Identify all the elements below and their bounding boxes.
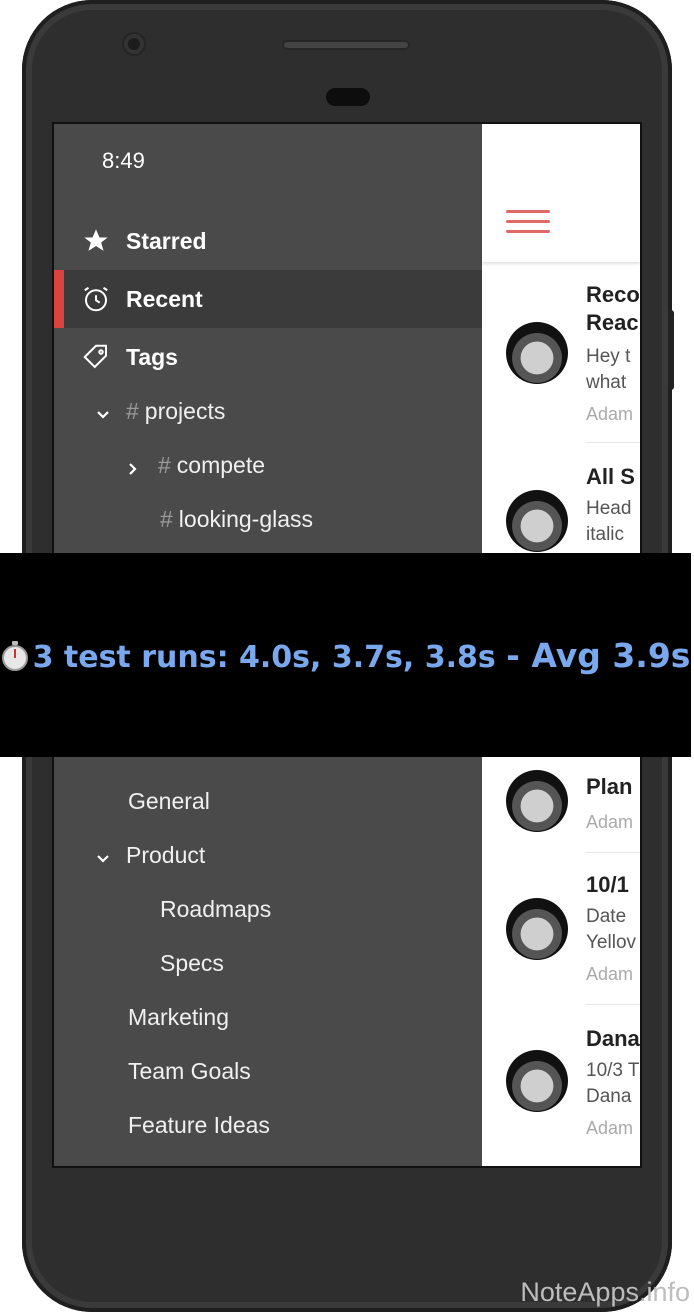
note-preview: 10/3 T (586, 1060, 640, 1081)
folder-feature-ideas[interactable]: Feature Ideas (128, 1112, 270, 1139)
folder-product[interactable]: Product (126, 842, 205, 869)
folder-roadmaps[interactable]: Roadmaps (160, 896, 271, 923)
note-author: Adam (586, 964, 634, 984)
nav-item-label: Tags (126, 343, 178, 370)
note-preview: Head (586, 498, 632, 519)
divider (586, 442, 640, 443)
test-results-banner: 3 test runs: 4.0s, 3.7s, 3.8s - Avg 3.9s (0, 553, 691, 757)
proximity-sensor (326, 88, 370, 106)
test-results-text: 3 test runs: 4.0s, 3.7s, 3.8s - Avg 3.9s (1, 635, 691, 675)
earpiece-speaker (282, 40, 410, 50)
note-item[interactable]: Reco Reac Hey t what Adam (482, 274, 640, 434)
note-preview: what (586, 372, 627, 393)
note-preview: Date (586, 906, 627, 927)
nav-item-label: Recent (126, 285, 203, 312)
status-time: 8:49 (102, 148, 145, 173)
avatar (506, 322, 568, 384)
tag-icon (80, 341, 112, 373)
note-title: Reac (586, 310, 639, 335)
average-label: - Avg 3.9s (506, 635, 691, 675)
chevron-down-icon[interactable] (96, 852, 110, 866)
chevron-down-icon[interactable] (96, 408, 110, 422)
note-title: Plan (586, 774, 633, 799)
hamburger-menu-icon[interactable] (506, 210, 550, 234)
folder-marketing[interactable]: Marketing (128, 1004, 229, 1031)
folder-team-goals[interactable]: Team Goals (128, 1058, 251, 1085)
note-title: Dana (586, 1026, 640, 1051)
tag-projects[interactable]: # projects (126, 398, 225, 425)
side-button (668, 310, 674, 390)
note-item[interactable]: Dana 10/3 T Dana Adam (482, 1018, 640, 1158)
note-preview: Hey t (586, 346, 631, 367)
note-item[interactable]: Plan Adam (482, 764, 640, 854)
star-icon (80, 225, 112, 257)
divider (586, 852, 640, 853)
note-preview: italic (586, 524, 625, 545)
chevron-right-icon[interactable] (126, 462, 140, 476)
note-item[interactable]: 10/1 Date Yellov Adam (482, 864, 640, 1004)
note-author: Adam (586, 812, 634, 832)
folder-general[interactable]: General (128, 788, 210, 815)
nav-item-recent[interactable]: Recent (54, 270, 482, 328)
folder-specs[interactable]: Specs (160, 950, 224, 977)
front-camera (124, 34, 144, 54)
tag-looking-glass[interactable]: # looking-glass (160, 506, 313, 533)
watermark: NoteApps.info (520, 1277, 690, 1307)
nav-item-starred[interactable]: Starred (54, 212, 482, 270)
divider (586, 1004, 640, 1005)
avatar (506, 1050, 568, 1112)
tag-compete[interactable]: # compete (158, 452, 265, 479)
note-title: 10/1 (586, 872, 629, 897)
test-runs-label: 3 test runs: 4.0s, 3.7s, 3.8s (32, 639, 496, 675)
list-header (482, 124, 640, 262)
nav-item-label: Starred (126, 227, 207, 254)
note-preview: Dana (586, 1086, 632, 1107)
note-title: Reco (586, 282, 640, 307)
stopwatch-icon (1, 640, 29, 671)
note-title: All S (586, 464, 635, 489)
alarm-clock-icon (80, 283, 112, 315)
avatar (506, 490, 568, 552)
note-preview: Yellov (586, 932, 637, 953)
avatar (506, 898, 568, 960)
note-author: Adam (586, 1118, 634, 1138)
avatar (506, 770, 568, 832)
note-author: Adam (586, 404, 634, 424)
nav-item-tags[interactable]: Tags (54, 328, 482, 386)
